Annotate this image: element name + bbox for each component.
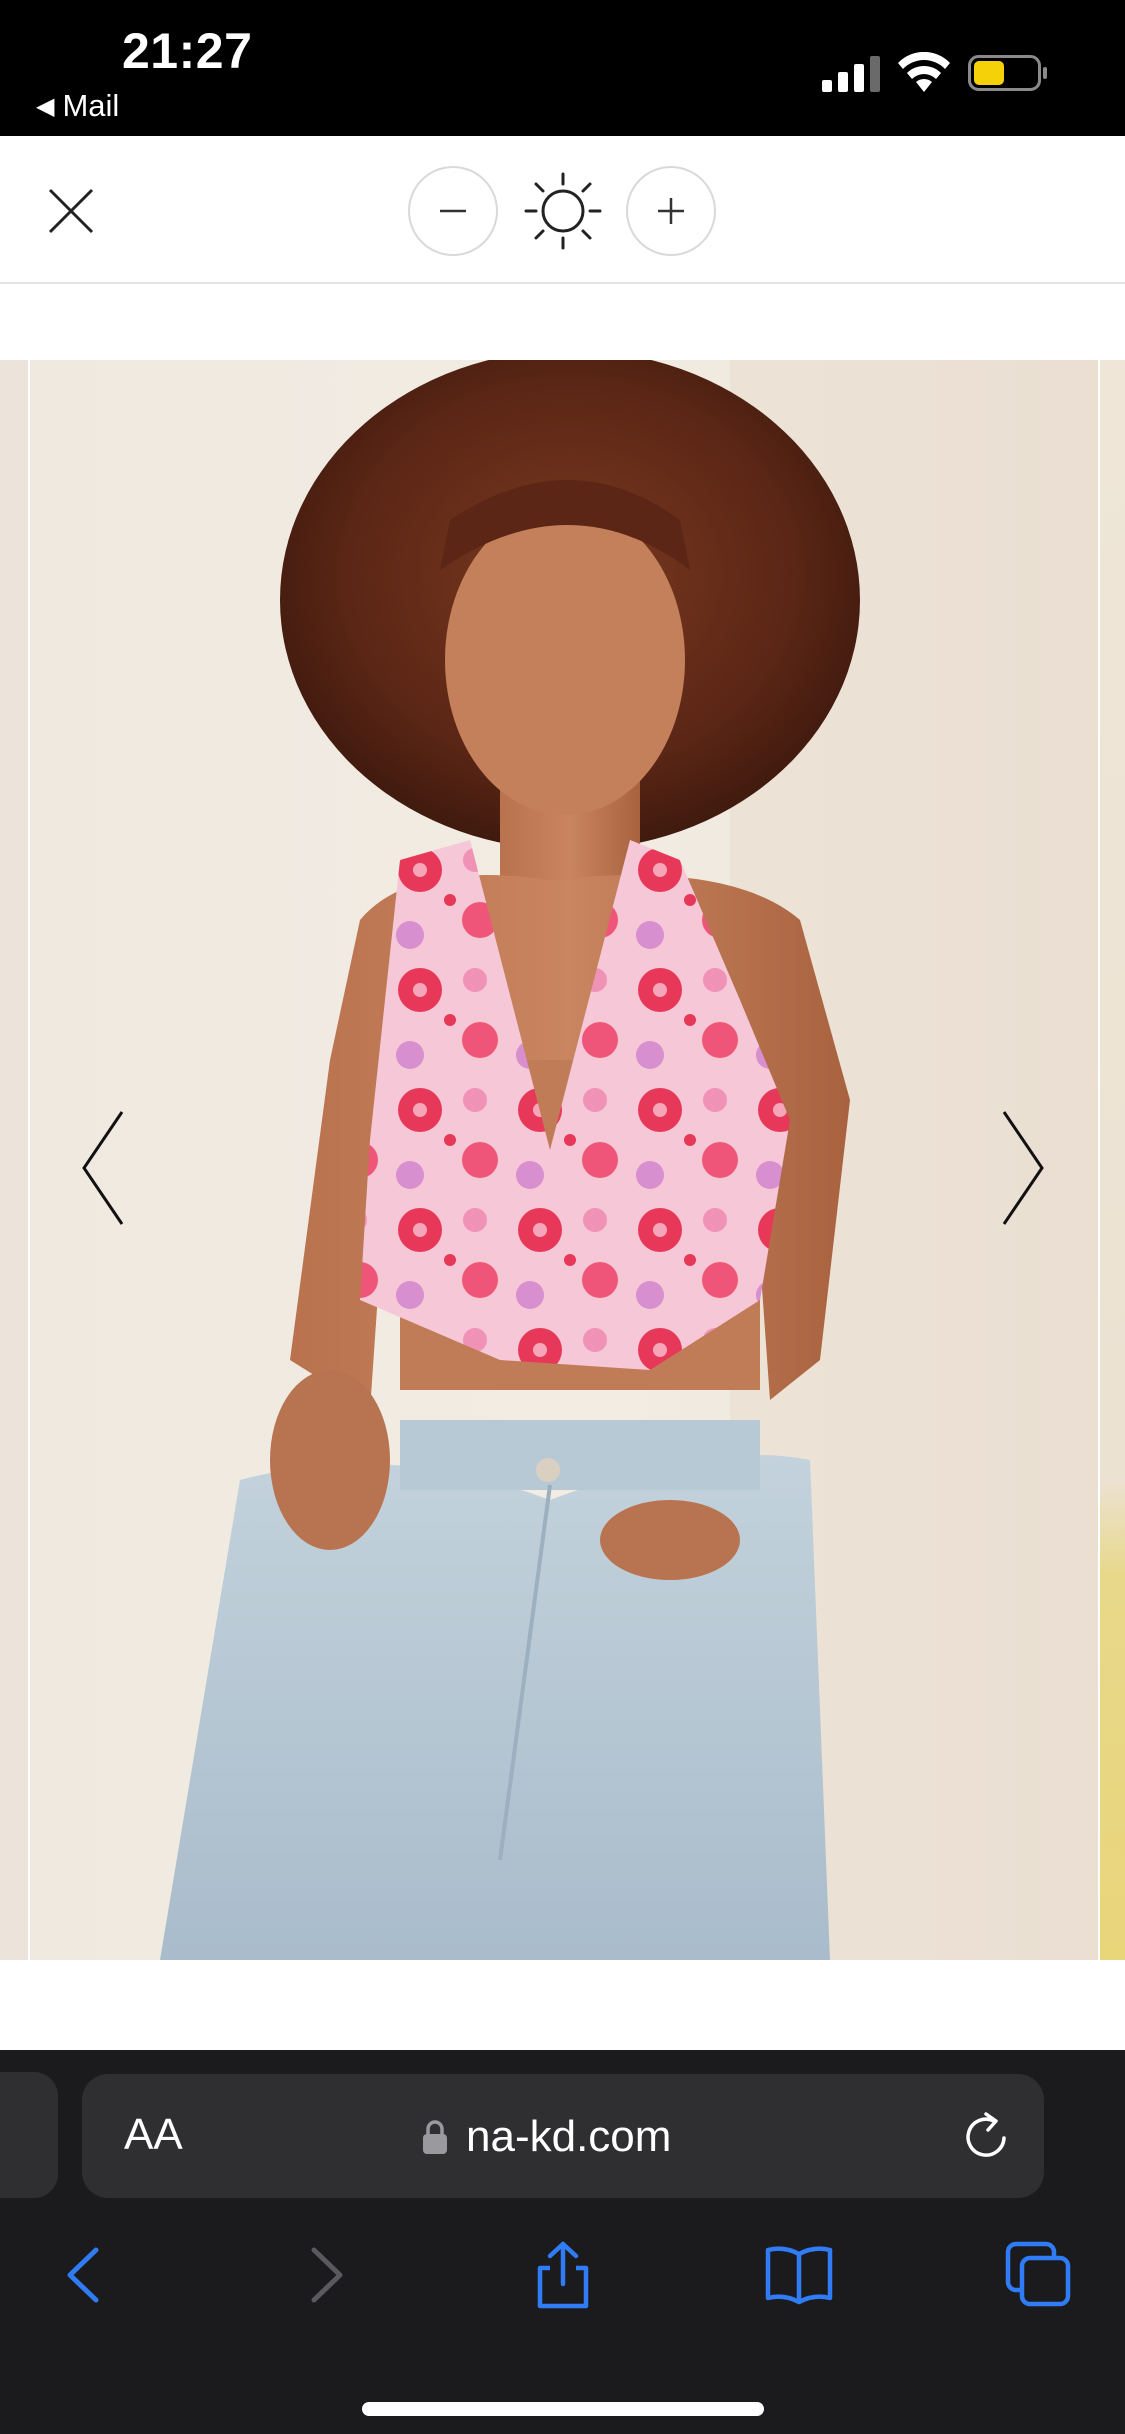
plus-icon [658,198,684,224]
zoom-in-button[interactable] [626,166,716,256]
back-app-label: Mail [62,88,120,123]
next-image-peek[interactable] [1100,360,1125,1960]
previous-image-peek[interactable] [0,360,28,1960]
battery-icon [968,55,1047,91]
status-time: 21:27 [122,23,253,79]
product-photo[interactable] [30,360,1098,1960]
product-image-gallery [0,284,1125,2004]
wifi-icon [898,52,950,92]
forward-icon[interactable] [292,2240,362,2310]
back-triangle-icon: ◀ [36,92,55,120]
address-bar[interactable]: AA na-kd.com [82,2074,1044,2198]
text-size-button[interactable]: AA [124,2110,183,2160]
minus-icon [440,209,466,213]
previous-tab-peek[interactable] [0,2072,58,2198]
home-indicator[interactable] [362,2402,764,2416]
url-text: na-kd.com [466,2112,672,2161]
bookmarks-icon[interactable] [764,2240,834,2310]
zoom-out-button[interactable] [408,166,498,256]
share-icon[interactable] [528,2240,598,2310]
product-photo-illustration [160,360,1098,1960]
back-icon[interactable] [48,2240,118,2310]
chevron-left-icon[interactable] [78,1108,128,1228]
chevron-right-icon[interactable] [998,1108,1048,1228]
text-size-label: AA [124,2110,183,2159]
safari-bottom-bar: AA na-kd.com [0,2050,1125,2434]
lock-icon [423,2120,447,2154]
safari-toolbar [0,2232,1125,2322]
url-display[interactable]: na-kd.com [422,2112,671,2162]
back-to-app-link[interactable]: ◀ Mail [36,88,119,124]
brightness-icon[interactable] [524,172,602,250]
status-bar: 21:27 ◀ Mail [0,0,1125,136]
close-icon[interactable] [46,186,96,236]
cellular-signal-icon [822,56,880,92]
reload-icon[interactable] [958,2108,1014,2164]
tabs-icon[interactable] [1004,2240,1074,2310]
